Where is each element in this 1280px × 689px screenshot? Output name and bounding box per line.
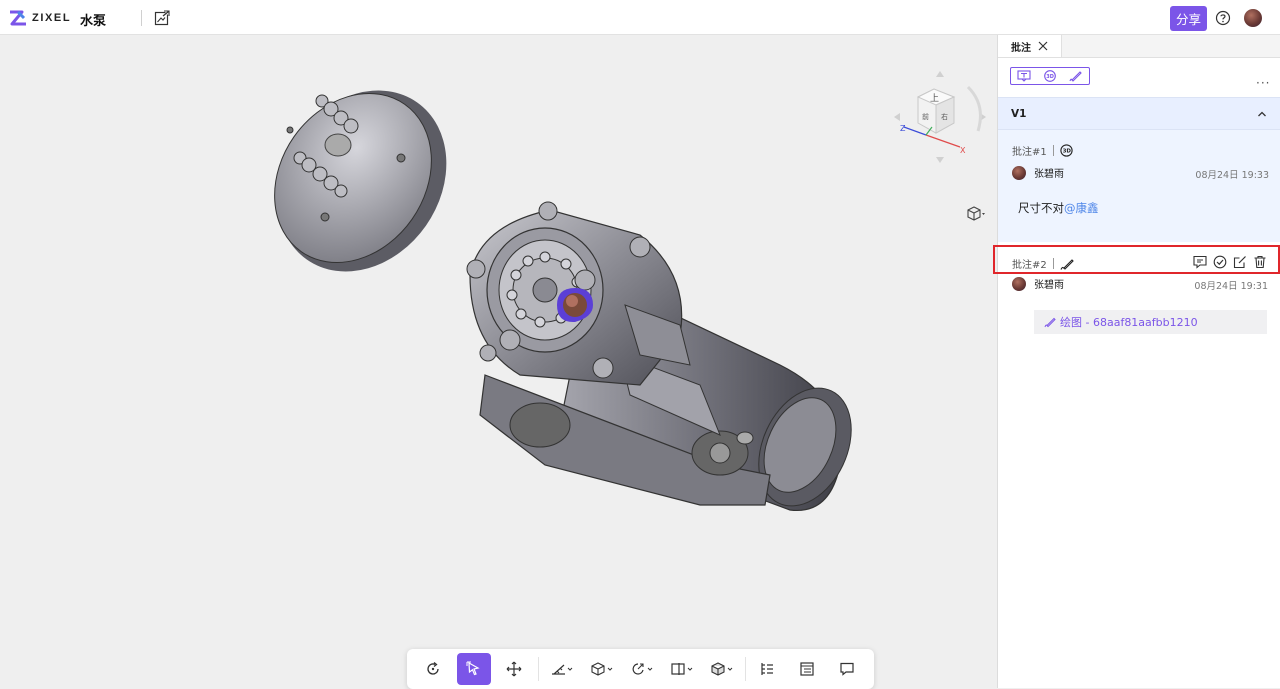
annotation-item-1[interactable]: 批注#1 3D 张碧雨 08月24日 19:33 尺寸不对@康鑫 [998, 130, 1280, 242]
title-divider [141, 10, 142, 26]
cover-plate[interactable] [242, 58, 481, 305]
chevron-up-icon[interactable] [1257, 109, 1267, 119]
annotation-filter: 3D [1010, 67, 1090, 85]
attachment-label: 绘图 - 68aaf81aafbb1210 [1060, 316, 1198, 329]
tab-annotations[interactable]: 批注 [998, 35, 1062, 57]
comment-icon[interactable] [831, 653, 863, 685]
selected-annotation-highlight [993, 245, 1280, 274]
ruler-icon[interactable] [546, 653, 578, 685]
top-bar: ZIXEL 水泵 分享 [0, 0, 1280, 35]
share-button[interactable]: 分享 [1170, 6, 1207, 31]
avatar [1012, 165, 1026, 180]
edit-image-icon[interactable] [154, 10, 170, 26]
more-options-icon[interactable]: ··· [1256, 76, 1270, 90]
annotation-timestamp: 08月24日 19:33 [1195, 170, 1269, 181]
pen-annotation-icon[interactable] [1063, 68, 1089, 84]
toolbar-divider [745, 657, 746, 681]
axis-label-x: X [960, 146, 966, 155]
svg-text:3D: 3D [1062, 149, 1071, 155]
cursor-select-icon[interactable] [457, 653, 491, 685]
view-mode-cube-icon[interactable] [965, 205, 987, 223]
panel-tab-bar: 批注 [998, 35, 1280, 58]
viewcube-face-top[interactable]: 上 [930, 93, 939, 104]
move-arrows-icon[interactable] [498, 653, 530, 685]
annotation-author-2: 张碧雨 [1012, 276, 1064, 291]
close-icon[interactable] [1038, 41, 1048, 51]
annotation-author: 张碧雨 [1012, 165, 1064, 180]
tab-label: 批注 [1011, 42, 1031, 54]
navigation-viewcube[interactable]: 上 前 右 Z X [890, 67, 990, 167]
user-mention[interactable]: @康鑫 [1064, 201, 1099, 215]
viewcube-face-front[interactable]: 前 [922, 112, 929, 121]
text-annotation-icon[interactable] [1011, 68, 1037, 84]
annotation-header: 批注#1 3D [1012, 143, 1073, 158]
pen-annotation-icon [1044, 317, 1056, 328]
version-label: V1 [1011, 108, 1027, 120]
split-view-icon[interactable] [666, 653, 698, 685]
bottom-toolbar [407, 649, 874, 689]
properties-list-icon[interactable] [791, 653, 823, 685]
comment-body: 尺寸不对 [1018, 201, 1064, 215]
section-cube-icon[interactable] [586, 653, 618, 685]
annotation-panel: 批注 3D ··· V1 批注#1 3D 张碧雨 08月24日 19:33 尺寸… [997, 35, 1280, 688]
author-name: 张碧雨 [1034, 280, 1064, 291]
annotation-text: 尺寸不对@康鑫 [1018, 200, 1099, 216]
tree-list-icon[interactable] [751, 653, 783, 685]
axis-label-z: Z [900, 124, 906, 133]
3d-viewport[interactable]: 上 前 右 Z X [0, 35, 997, 689]
avatar [1012, 276, 1026, 291]
viewcube-face-right[interactable]: 右 [941, 112, 948, 121]
pump-3d-model[interactable] [0, 35, 997, 688]
explode-icon[interactable] [626, 653, 658, 685]
svg-text:3D: 3D [1046, 74, 1054, 80]
annotation-separator [1052, 145, 1054, 156]
drawing-attachment-link[interactable]: 绘图 - 68aaf81aafbb1210 [1034, 310, 1267, 334]
author-name: 张碧雨 [1034, 169, 1064, 180]
3d-annotation-icon: 3D [1060, 144, 1073, 157]
help-circle-icon[interactable] [1215, 10, 1231, 26]
document-title: 水泵 [80, 14, 107, 29]
annotation-id: 批注#1 [1012, 147, 1047, 158]
version-group-header[interactable]: V1 [998, 97, 1280, 130]
logo-text: ZIXEL [32, 12, 72, 24]
user-avatar[interactable] [1244, 9, 1262, 27]
filter-group: 3D [1010, 67, 1090, 85]
annotation-timestamp: 08月24日 19:31 [1194, 281, 1268, 292]
pump-body[interactable] [466, 201, 869, 521]
3d-annotation-icon[interactable]: 3D [1037, 68, 1063, 84]
display-cube-icon[interactable] [706, 653, 738, 685]
rotate-icon[interactable] [417, 653, 449, 685]
toolbar-divider [538, 657, 539, 681]
zixel-logo-icon [10, 10, 26, 26]
app-logo[interactable]: ZIXEL [8, 9, 71, 27]
